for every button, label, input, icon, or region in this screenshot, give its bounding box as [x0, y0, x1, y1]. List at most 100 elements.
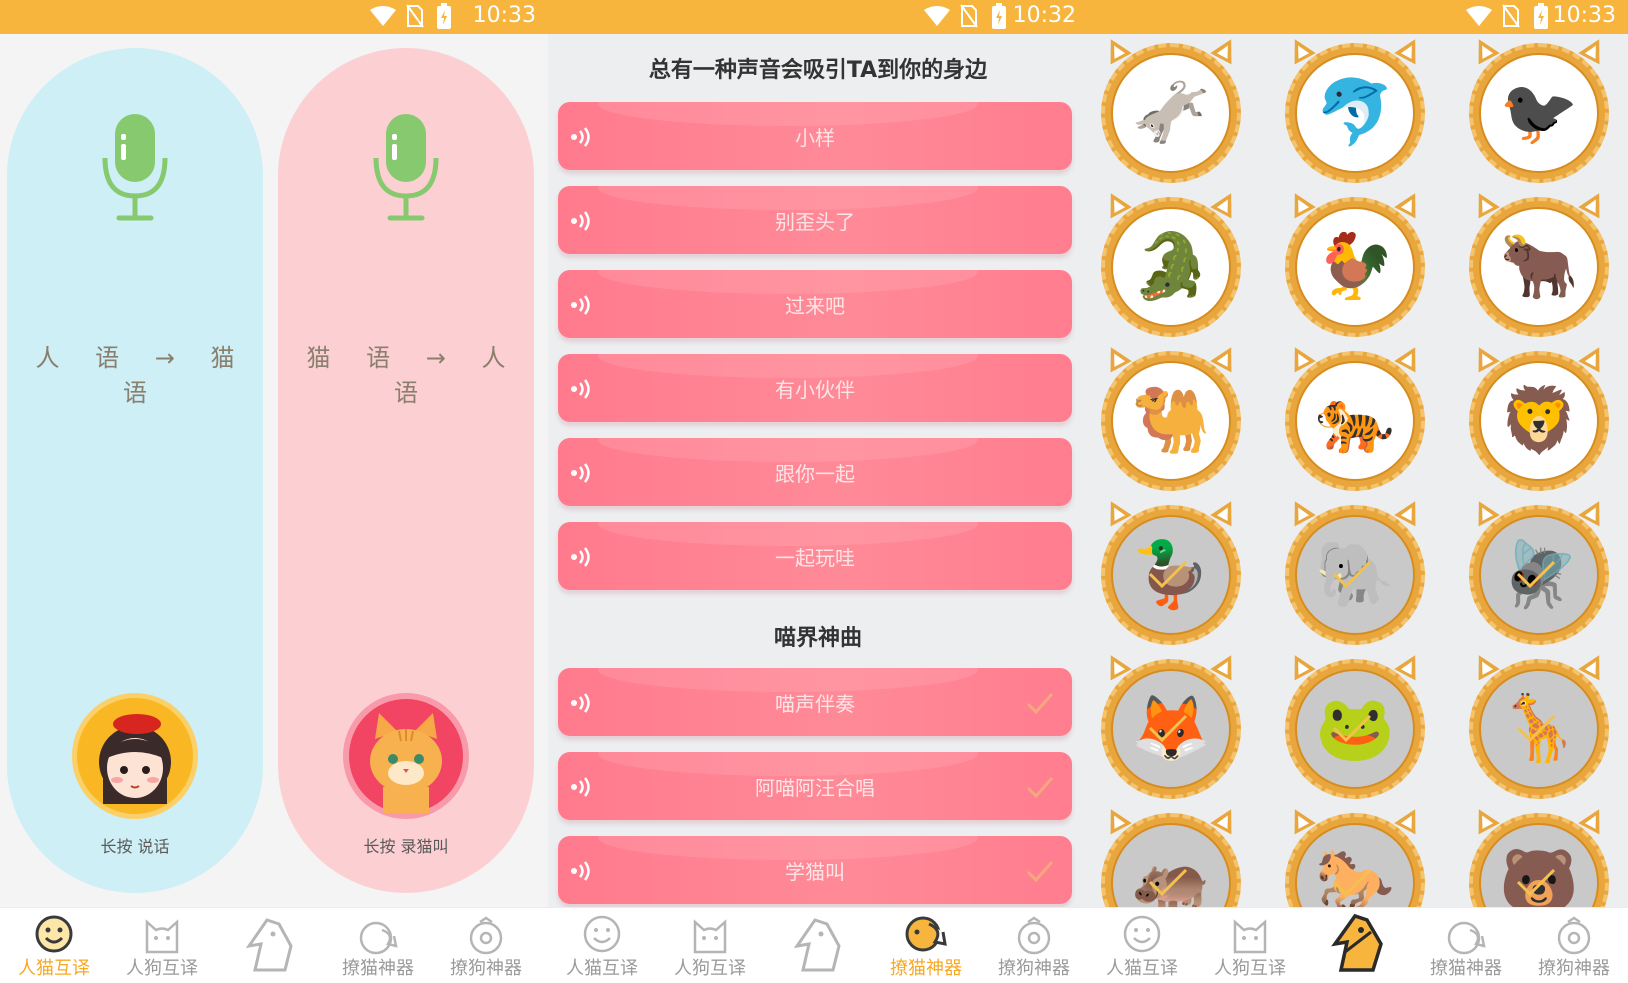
sound-button[interactable]: 有小伙伴: [558, 354, 1072, 422]
animal-sound-button[interactable]: 🐬: [1280, 33, 1430, 188]
animal-sound-button[interactable]: 🐘: [1280, 495, 1430, 650]
sound-button[interactable]: 小样: [558, 102, 1072, 170]
tab-tease-dog[interactable]: 撩狗神器: [1520, 908, 1628, 983]
tab-animal-sounds[interactable]: [216, 908, 324, 983]
no-sim-icon: [1502, 4, 1520, 28]
check-icon: [1148, 868, 1188, 896]
tab-label: 撩狗神器: [450, 958, 522, 979]
bottom-tab-bar: 人猫互译 人狗互译 撩猫神器 撩狗神器: [548, 907, 1088, 983]
no-sim-icon: [406, 4, 424, 28]
animal-sound-button[interactable]: 🪰: [1464, 495, 1614, 650]
animal-sound-button[interactable]: 🐫: [1096, 341, 1246, 496]
sound-button[interactable]: 跟你一起: [558, 438, 1072, 506]
sound-button[interactable]: 学猫叫: [558, 836, 1072, 904]
tab-tease-cat[interactable]: 撩猫神器: [324, 908, 432, 983]
animal-sound-button[interactable]: 🫏: [1096, 33, 1246, 188]
sound-button[interactable]: 一起玩哇: [558, 522, 1072, 590]
battery-charging-icon: [1534, 3, 1548, 29]
cat-fish-icon: [905, 916, 947, 952]
tab-tease-dog[interactable]: 撩狗神器: [980, 908, 1088, 983]
sound-label: 过来吧: [785, 294, 845, 318]
tab-label: 人狗互译: [126, 958, 198, 979]
sound-button[interactable]: 阿喵阿汪合唱: [558, 752, 1072, 820]
cat-fish-icon: [1447, 921, 1486, 955]
status-time: 10:32: [1012, 3, 1076, 28]
cat-face-icon: [145, 919, 179, 954]
tab-animal-sounds[interactable]: [764, 908, 872, 983]
bottom-tab-bar: 人猫互译 人狗互译 撩猫神器 撩狗神器: [0, 907, 548, 983]
tab-human-dog[interactable]: 人狗互译: [108, 908, 216, 983]
cat-face-icon: [1233, 919, 1267, 954]
tab-human-dog[interactable]: 人狗互译: [1196, 908, 1304, 983]
smiley-icon: [1123, 915, 1161, 953]
sound-label: 喵声伴奏: [775, 692, 855, 716]
tab-human-cat[interactable]: 人猫互译: [548, 908, 656, 983]
horse-head-icon: [245, 918, 293, 972]
tab-label: 撩猫神器: [342, 958, 414, 979]
battery-charging-icon: [437, 3, 451, 29]
microphone-icon: [373, 114, 439, 221]
check-icon: [1332, 868, 1372, 896]
cat-face-icon: [693, 919, 727, 954]
tab-tease-dog[interactable]: 撩狗神器: [432, 908, 540, 983]
animal-sound-button[interactable]: 🦆: [1096, 495, 1246, 650]
tab-human-cat[interactable]: 人猫互译: [0, 908, 108, 983]
animal-sound-button[interactable]: 🦒: [1464, 649, 1614, 804]
cat-fish-icon: [359, 921, 398, 955]
animal-sound-button[interactable]: 🦁: [1464, 341, 1614, 496]
tab-label: 人狗互译: [1214, 958, 1286, 979]
check-icon: [1516, 868, 1556, 896]
tab-label: 人猫互译: [1106, 958, 1178, 979]
tab-label: 人猫互译: [566, 958, 638, 979]
hold-to-record-label: 长按 录猫叫: [363, 837, 449, 856]
human-to-cat-panel[interactable]: 人 语 → 猫 语 长按 说话: [7, 48, 263, 893]
cat-to-human-panel[interactable]: 猫 语 → 人 语 长按 录猫叫: [278, 48, 534, 893]
donkey-icon: 🫏: [1131, 76, 1211, 150]
animal-sound-button[interactable]: 🦊: [1096, 649, 1246, 804]
tab-human-dog[interactable]: 人狗互译: [656, 908, 764, 983]
girl-avatar-button[interactable]: [72, 693, 198, 819]
sound-button[interactable]: 过来吧: [558, 270, 1072, 338]
status-time: 10:33: [1552, 3, 1616, 28]
sound-label: 一起玩哇: [775, 546, 855, 570]
camel-icon: 🐫: [1131, 384, 1211, 458]
wifi-icon: [924, 6, 950, 26]
sound-button[interactable]: 喵声伴奏: [558, 668, 1072, 736]
animal-sound-button[interactable]: 🐊: [1096, 187, 1246, 342]
animal-sound-button[interactable]: 🐅: [1280, 341, 1430, 496]
animal-sound-button[interactable]: 🐸: [1280, 649, 1430, 804]
check-icon: [1332, 560, 1372, 588]
tab-label: 人猫互译: [18, 958, 90, 979]
tiger-icon: 🐅: [1315, 384, 1395, 458]
tab-label: 撩狗神器: [998, 958, 1070, 979]
tab-tease-cat[interactable]: 撩猫神器: [1412, 908, 1520, 983]
battery-charging-icon: [992, 3, 1006, 29]
tab-tease-cat[interactable]: 撩猫神器: [872, 908, 980, 983]
animal-sound-button[interactable]: 🐓: [1280, 187, 1430, 342]
tab-label: 撩猫神器: [890, 958, 962, 979]
tab-animal-sounds[interactable]: [1304, 908, 1412, 983]
status-bar: 10:33: [0, 0, 548, 34]
smiley-icon: [35, 915, 73, 953]
dolphin-icon: 🐬: [1315, 76, 1395, 150]
section-title: 喵界神曲: [773, 626, 862, 651]
tab-human-cat[interactable]: 人猫互译: [1088, 908, 1196, 983]
crocodile-icon: 🐊: [1131, 230, 1211, 304]
cat-avatar-button[interactable]: [343, 693, 469, 819]
tease-cat-screen: 10:32 总有一种声音会吸引TA到你的身边 小样 别歪头了 过来吧 有小伙伴 跟你一起…: [548, 0, 1088, 983]
check-icon: [1148, 714, 1188, 742]
sound-label: 跟你一起: [775, 462, 855, 486]
check-icon: [1148, 560, 1188, 588]
dog-bell-icon: [469, 916, 503, 955]
human-to-cat-label: 人 语 → 猫 语: [35, 344, 249, 407]
rooster-icon: 🐓: [1315, 230, 1395, 304]
animal-sound-button[interactable]: 🐦‍⬛: [1464, 33, 1614, 188]
sound-button[interactable]: 别歪头了: [558, 186, 1072, 254]
crow-icon: 🐦‍⬛: [1499, 76, 1579, 150]
cow-icon: 🐂: [1499, 230, 1579, 304]
status-time: 10:33: [472, 3, 536, 28]
no-sim-icon: [960, 4, 978, 28]
horse-head-icon: [1331, 913, 1383, 972]
human-cat-translate-screen: 10:33 人 语 → 猫 语 长按 说话 猫 语 → 人 语 长按 录猫叫 人…: [0, 0, 548, 983]
animal-sound-button[interactable]: 🐂: [1464, 187, 1614, 342]
